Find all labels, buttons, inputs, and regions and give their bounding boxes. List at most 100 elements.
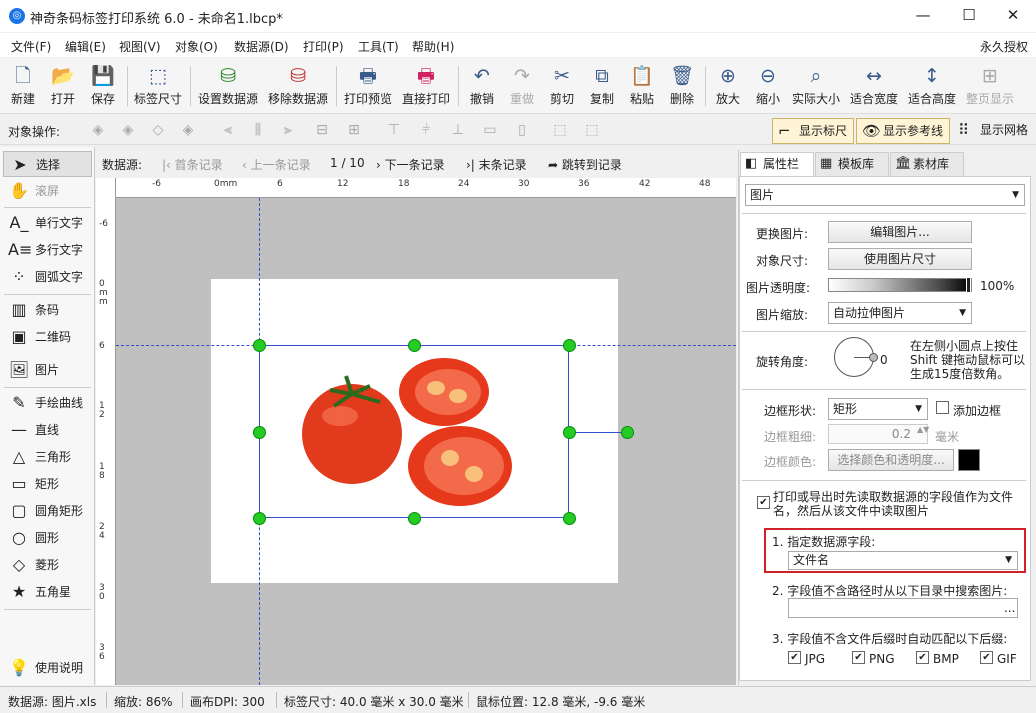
open-button[interactable]: 📂 打开 [44, 62, 82, 110]
edit-image-button[interactable]: 编辑图片... [828, 221, 972, 243]
first-record-button[interactable]: |‹ 首条记录 [162, 156, 223, 173]
show-guides-toggle[interactable]: 👁 显示参考线 [856, 118, 950, 144]
datasource-checkbox[interactable]: ✔ [757, 496, 770, 509]
image-scale-select[interactable]: 自动拉伸图片 ▼ [828, 302, 972, 324]
tool-triangle[interactable]: △ 三角形 [3, 444, 92, 470]
distribute-v-icon[interactable]: ⊞ [344, 121, 364, 139]
jump-record-button[interactable]: ➦ 跳转到记录 [548, 156, 622, 173]
direct-print-button[interactable]: 🖶 直接打印 [400, 62, 452, 110]
resize-handle-br[interactable] [563, 512, 576, 525]
distribute-h-icon[interactable]: ⊟ [312, 121, 332, 139]
last-record-button[interactable]: ›| 末条记录 [466, 156, 527, 173]
use-image-size-button[interactable]: 使用图片尺寸 [828, 248, 972, 270]
align-right-icon[interactable]: ⫸ [278, 121, 298, 139]
paste-button[interactable]: 📋 粘贴 [624, 62, 660, 110]
tool-circle[interactable]: ○ 圆形 [3, 525, 92, 551]
tool-multi-line-text[interactable]: A≡ 多行文字 [3, 237, 92, 263]
set-datasource-button[interactable]: ⛁ 设置数据源 [196, 62, 260, 110]
label-size-button[interactable]: ⬚ 标签尺寸 [132, 62, 184, 110]
rotate-dial[interactable] [834, 337, 878, 377]
align-top-icon[interactable]: ⊤ [384, 121, 404, 139]
tool-barcode[interactable]: ▥ 条码 [3, 297, 92, 323]
bring-front-icon[interactable]: ◈ [88, 121, 108, 139]
tool-arc-text[interactable]: ⁘ 圆弧文字 [3, 264, 92, 290]
tool-select[interactable]: ➤ 选择 [3, 151, 92, 177]
actual-size-button[interactable]: ⌕ 实际大小 [790, 62, 842, 110]
border-color-swatch[interactable] [958, 449, 980, 471]
menu-tools[interactable]: 工具(T) [358, 38, 399, 55]
border-shape-select[interactable]: 矩形 ▼ [828, 398, 928, 420]
menu-file[interactable]: 文件(F) [11, 38, 51, 55]
menu-view[interactable]: 视图(V) [119, 38, 161, 55]
tool-image[interactable]: 🖼 图片 [3, 357, 92, 383]
spinner-icon[interactable]: ▲▼ [917, 425, 929, 434]
same-height-icon[interactable]: ▯ [512, 121, 532, 139]
menu-object[interactable]: 对象(O) [175, 38, 218, 55]
suffix-jpg-checkbox[interactable]: ✔ [788, 651, 801, 664]
resize-handle-tr[interactable] [563, 339, 576, 352]
search-directory-input[interactable] [788, 598, 1018, 618]
zoom-in-button[interactable]: ⊕ 放大 [710, 62, 746, 110]
menu-print[interactable]: 打印(P) [303, 38, 344, 55]
suffix-png-checkbox[interactable]: ✔ [852, 651, 865, 664]
bring-forward-icon[interactable]: ◈ [118, 121, 138, 139]
new-button[interactable]: 🗋 新建 [4, 62, 42, 110]
tool-freehand[interactable]: ✎ 手绘曲线 [3, 390, 92, 416]
redo-button[interactable]: ↷ 重做 [504, 62, 540, 110]
rotate-handle[interactable] [621, 426, 634, 439]
add-border-checkbox[interactable] [936, 401, 949, 414]
border-width-input[interactable]: 0.2 [828, 424, 928, 444]
maximize-button[interactable]: ☐ [946, 0, 992, 32]
align-left-icon[interactable]: ⫷ [218, 121, 238, 139]
opacity-slider-thumb[interactable] [966, 277, 971, 293]
border-color-button[interactable]: 选择颜色和透明度... [828, 449, 954, 471]
cut-button[interactable]: ✂ 剪切 [544, 62, 580, 110]
menu-help[interactable]: 帮助(H) [412, 38, 454, 55]
close-button[interactable]: ✕ [990, 0, 1036, 32]
print-preview-button[interactable]: 🖶 打印预览 [342, 62, 394, 110]
group-icon[interactable]: ⬚ [550, 121, 570, 139]
resize-handle-l[interactable] [253, 426, 266, 439]
resize-handle-b[interactable] [408, 512, 421, 525]
fit-height-button[interactable]: ↕ 适合高度 [906, 62, 958, 110]
rotate-dial-knob[interactable] [869, 353, 878, 362]
resize-handle-r[interactable] [563, 426, 576, 439]
tool-rectangle[interactable]: ▭ 矩形 [3, 471, 92, 497]
minimize-button[interactable]: — [900, 0, 946, 32]
resize-handle-tl[interactable] [253, 339, 266, 352]
save-button[interactable]: 💾 保存 [84, 62, 122, 110]
copy-button[interactable]: ⧉ 复制 [584, 62, 620, 110]
help-instructions-button[interactable]: 💡 使用说明 [3, 655, 92, 681]
tool-single-line-text[interactable]: A_ 单行文字 [3, 210, 92, 236]
show-ruler-toggle[interactable]: ⌐ 显示标尺 [772, 118, 854, 144]
browse-directory-button[interactable]: ... [1004, 601, 1015, 615]
undo-button[interactable]: ↶ 撤销 [464, 62, 500, 110]
menu-edit[interactable]: 编辑(E) [65, 38, 106, 55]
tool-rounded-rectangle[interactable]: ▢ 圆角矩形 [3, 498, 92, 524]
tool-qrcode[interactable]: ▣ 二维码 [3, 324, 92, 350]
send-back-icon[interactable]: ◈ [178, 121, 198, 139]
tool-star[interactable]: ★ 五角星 [3, 579, 92, 605]
tool-scroll[interactable]: ✋ 滚屏 [3, 178, 92, 204]
suffix-bmp-checkbox[interactable]: ✔ [916, 651, 929, 664]
fit-width-button[interactable]: ↔ 适合宽度 [848, 62, 900, 110]
align-bottom-icon[interactable]: ⊥ [448, 121, 468, 139]
ungroup-icon[interactable]: ⬚ [582, 121, 602, 139]
delete-button[interactable]: 🗑 删除 [664, 62, 700, 110]
tab-templates[interactable]: ▦ 模板库 [815, 152, 889, 176]
send-backward-icon[interactable]: ◇ [148, 121, 168, 139]
same-width-icon[interactable]: ▭ [480, 121, 500, 139]
suffix-gif-checkbox[interactable]: ✔ [980, 651, 993, 664]
tab-properties[interactable]: ◧ 属性栏 [740, 152, 814, 176]
resize-handle-bl[interactable] [253, 512, 266, 525]
next-record-button[interactable]: › 下一条记录 [376, 156, 445, 173]
align-middle-icon[interactable]: ⫩ [416, 121, 436, 139]
zoom-out-button[interactable]: ⊖ 缩小 [750, 62, 786, 110]
opacity-slider[interactable] [828, 277, 972, 293]
tool-diamond[interactable]: ◇ 菱形 [3, 552, 92, 578]
tool-line[interactable]: — 直线 [3, 417, 92, 443]
tab-assets[interactable]: 🏛 素材库 [890, 152, 964, 176]
resize-handle-t[interactable] [408, 339, 421, 352]
menu-datasource[interactable]: 数据源(D) [234, 38, 289, 55]
full-page-button[interactable]: ⊞ 整页显示 [964, 62, 1016, 110]
